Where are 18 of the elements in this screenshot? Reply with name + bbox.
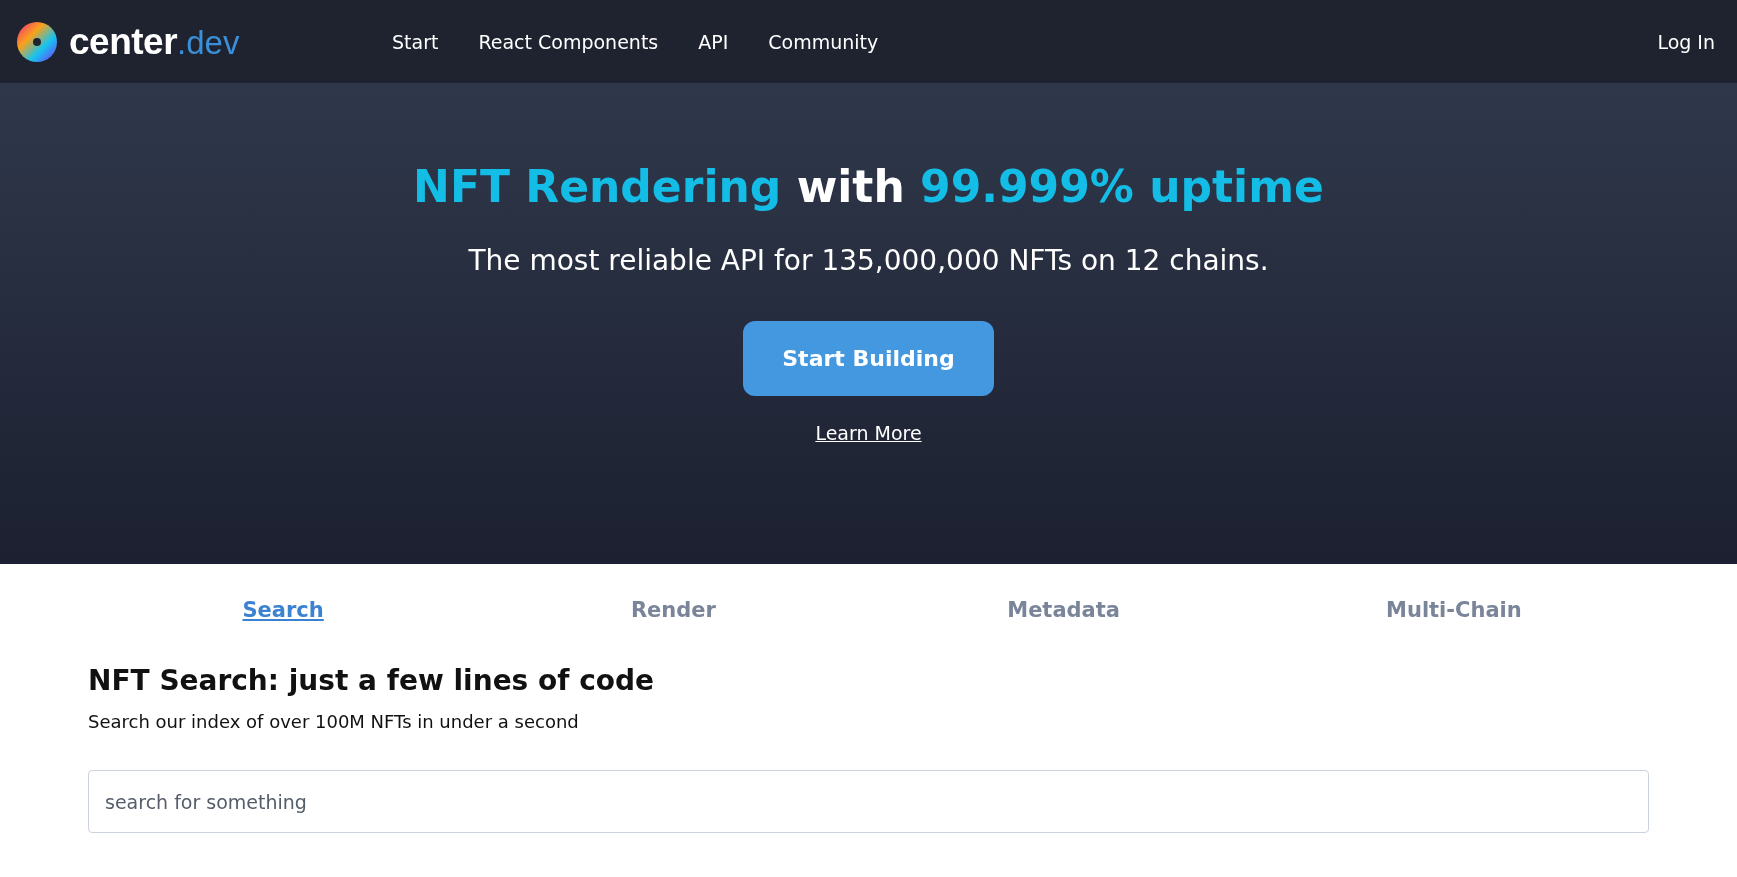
- search-field[interactable]: search for something: [88, 770, 1649, 833]
- logo-icon: [17, 21, 57, 62]
- tab[interactable]: Search: [242, 598, 324, 622]
- nav-link[interactable]: API: [698, 30, 729, 53]
- hero-headline: NFT Rendering with 99.999% uptime: [413, 161, 1324, 212]
- tab[interactable]: Render: [630, 598, 716, 622]
- logo-text[interactable]: center: [69, 20, 178, 62]
- learn-more-link[interactable]: Learn More: [815, 422, 922, 444]
- section-title: NFT Search: just a few lines of code: [88, 664, 656, 697]
- section-description: Search our index of over 100M NFTs in under a second: [88, 711, 580, 732]
- nav-link[interactable]: Community: [768, 30, 879, 53]
- login-link[interactable]: Log In: [1657, 30, 1715, 53]
- nav-link[interactable]: React Components: [478, 30, 659, 53]
- hero-subtitle: The most reliable API for 135,000,000 NFTs on 12 chains.: [468, 244, 1269, 277]
- tab[interactable]: Metadata: [1007, 598, 1120, 622]
- nav-link[interactable]: Start: [392, 30, 439, 53]
- tab[interactable]: Multi-Chain: [1386, 598, 1522, 622]
- logo-suffix[interactable]: .dev: [177, 23, 240, 61]
